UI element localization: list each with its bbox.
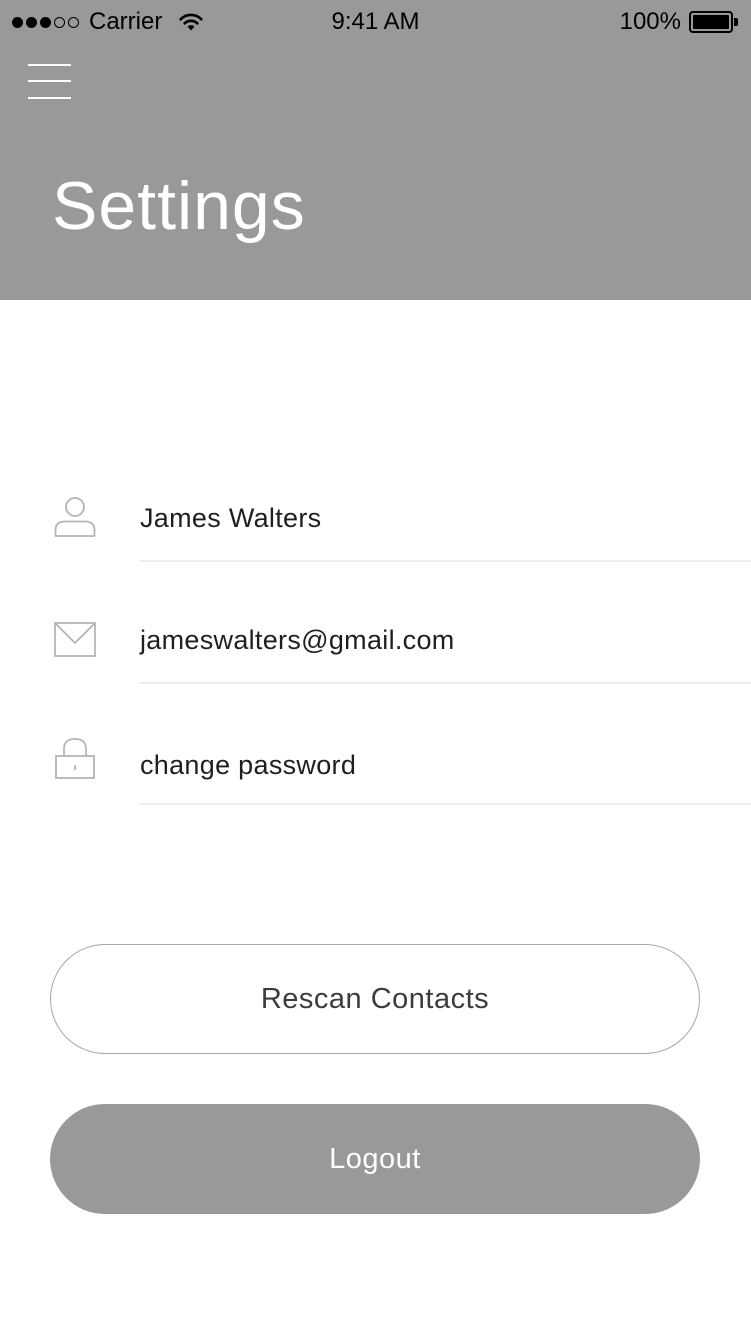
rescan-contacts-button[interactable]: Rescan Contacts: [50, 944, 700, 1054]
settings-row-password[interactable]: change password: [0, 714, 751, 806]
logout-label: Logout: [329, 1142, 421, 1175]
email-value: jameswalters@gmail.com: [140, 625, 455, 655]
battery-icon: [689, 11, 739, 33]
header: Carrier 9:41 AM 100% Settings: [0, 0, 751, 300]
status-bar: Carrier 9:41 AM 100%: [0, 0, 751, 44]
divider: [139, 560, 751, 562]
divider: [139, 803, 751, 805]
person-icon: [54, 497, 96, 537]
settings-row-email[interactable]: jameswalters@gmail.com: [0, 592, 751, 684]
divider: [139, 682, 751, 684]
logout-button[interactable]: Logout: [50, 1104, 700, 1214]
rescan-contacts-label: Rescan Contacts: [260, 982, 490, 1015]
change-password-label: change password: [140, 750, 357, 780]
lock-icon: [55, 738, 95, 779]
user-name-value: James Walters: [140, 503, 322, 533]
status-bar-right: 100%: [620, 9, 739, 35]
hamburger-menu-icon[interactable]: [28, 62, 72, 102]
envelope-icon: [54, 622, 96, 657]
settings-row-name[interactable]: James Walters: [0, 470, 751, 562]
page-title: Settings: [52, 168, 306, 244]
battery-percentage: 100%: [619, 8, 681, 35]
